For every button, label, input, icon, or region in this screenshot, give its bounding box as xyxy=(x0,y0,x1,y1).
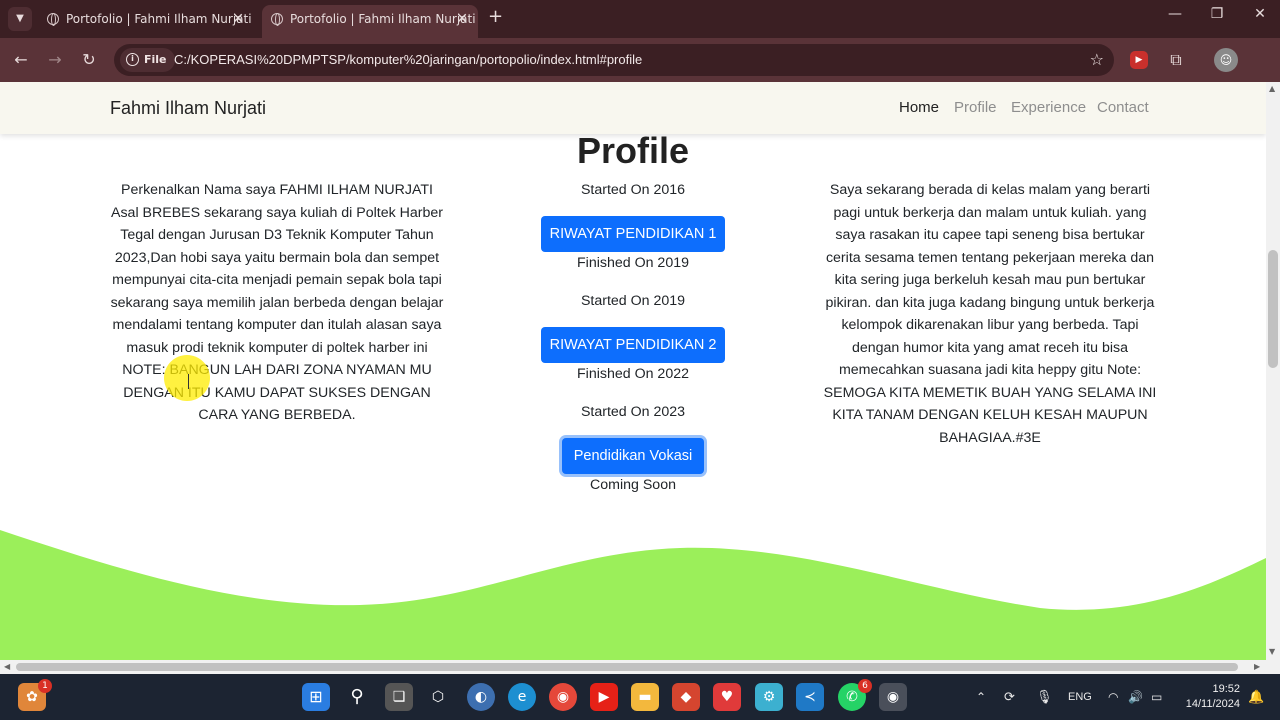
timeline-start-1: Started On 2016 xyxy=(580,182,686,198)
tray-chevron-up-icon[interactable]: ⌃ xyxy=(976,674,986,720)
mouse-highlight xyxy=(164,355,210,401)
back-arrow-icon[interactable]: ← xyxy=(9,48,33,72)
tab-title: Portofolio | Fahmi Ilham Nurjati xyxy=(66,12,252,26)
section-title: Profile xyxy=(576,130,690,171)
vertical-scrollbar[interactable]: ▲ ▼ xyxy=(1266,82,1280,660)
timeline-end-2: Finished On 2022 xyxy=(577,366,689,382)
close-tab-icon[interactable]: ✕ xyxy=(456,5,468,33)
windows-taskbar: ✿ 1 ⊞ ⚲ ❏ ⬡ ◐ e ◉ ▶ ▬ ◆ ♥ ⚙ ≺ ✆ 6 ◉ ⌃ ⟳ 🎙 … xyxy=(0,674,1280,720)
battery-icon[interactable]: ▭ xyxy=(1151,674,1162,720)
forward-arrow-icon[interactable]: → xyxy=(43,48,67,72)
timeline-end-1: Finished On 2019 xyxy=(577,255,689,271)
task-view-icon[interactable]: ❏ xyxy=(385,683,413,711)
profile-avatar-icon[interactable]: ☺ xyxy=(1214,48,1238,72)
scroll-left-icon[interactable]: ◀ xyxy=(4,662,10,671)
bookmark-star-icon[interactable]: ☆ xyxy=(1090,44,1104,76)
text-cursor-icon xyxy=(188,374,189,389)
nav-profile[interactable]: Profile xyxy=(954,82,997,134)
search-icon[interactable]: ⚲ xyxy=(343,683,371,711)
scrollbar-thumb[interactable] xyxy=(1268,250,1278,368)
pendidikan-vokasi-button[interactable]: Pendidikan Vokasi xyxy=(562,438,704,474)
app-red-icon[interactable]: ◆ xyxy=(672,683,700,711)
minimize-icon[interactable]: — xyxy=(1160,6,1190,22)
app-circle-icon[interactable]: ◐ xyxy=(467,683,495,711)
address-bar[interactable]: i File C:/KOPERASI%20DPMPTSP/komputer%20… xyxy=(114,44,1114,76)
notification-badge: 6 xyxy=(858,679,872,693)
scroll-down-icon[interactable]: ▼ xyxy=(1269,647,1275,656)
horizontal-scrollbar[interactable]: ◀ ▶ xyxy=(0,660,1280,674)
scrollbar-thumb[interactable] xyxy=(16,663,1238,671)
system-clock[interactable]: 19:52 14/11/2024 xyxy=(1186,682,1240,712)
extension-red-icon[interactable]: ▶ xyxy=(1130,51,1148,69)
youtube-icon[interactable]: ▶ xyxy=(590,683,618,711)
file-explorer-icon[interactable]: ▬ xyxy=(631,683,659,711)
browser-tab-2-active[interactable]: Portofolio | Fahmi Ilham Nurjati ✕ xyxy=(262,5,478,38)
clock-date: 14/11/2024 xyxy=(1185,698,1240,710)
microphone-icon[interactable]: 🎙 xyxy=(1036,674,1053,720)
timeline-start-3: Started On 2023 xyxy=(580,404,686,420)
nav-contact[interactable]: Contact xyxy=(1097,82,1149,134)
tab-title: Portofolio | Fahmi Ilham Nurjati xyxy=(290,12,476,26)
riwayat-pendidikan-1-button[interactable]: RIWAYAT PENDIDIKAN 1 xyxy=(541,216,725,252)
language-indicator[interactable]: ENG xyxy=(1068,674,1092,720)
whatsapp-icon[interactable]: ✆ 6 xyxy=(838,679,872,711)
site-info-chip[interactable]: i File xyxy=(120,48,175,72)
globe-icon xyxy=(271,13,283,26)
green-wave-decoration xyxy=(0,530,1266,660)
close-tab-icon[interactable]: ✕ xyxy=(232,5,244,33)
scroll-right-icon[interactable]: ▶ xyxy=(1254,662,1260,671)
profile-intro-text: Perkenalkan Nama saya FAHMI ILHAM NURJAT… xyxy=(110,182,444,423)
close-window-icon[interactable]: ✕ xyxy=(1245,6,1275,22)
notification-bell-icon[interactable]: 🔔 xyxy=(1248,674,1264,720)
restore-window-icon[interactable]: ❐ xyxy=(1202,6,1232,22)
site-navbar: Fahmi Ilham Nurjati Home Profile Experie… xyxy=(0,82,1266,134)
box-app-icon[interactable]: ⬡ xyxy=(424,683,452,711)
browser-toolbar: ← → ↻ i File C:/KOPERASI%20DPMPTSP/kompu… xyxy=(0,38,1280,82)
clock-time: 19:52 xyxy=(1212,683,1240,695)
sync-icon[interactable]: ⟳ xyxy=(1004,674,1015,720)
new-tab-plus-icon[interactable]: + xyxy=(488,6,503,27)
tab-search-chevron-icon[interactable]: ▼ xyxy=(8,7,32,31)
info-icon: i xyxy=(126,53,139,66)
page-viewport: Fahmi Ilham Nurjati Home Profile Experie… xyxy=(0,82,1266,660)
wifi-icon[interactable]: ◠ xyxy=(1108,674,1118,720)
reload-icon[interactable]: ↻ xyxy=(77,48,101,72)
profile-class-text: Saya sekarang berada di kelas malam yang… xyxy=(823,182,1157,446)
widget-icon[interactable]: ✿ 1 xyxy=(18,679,52,711)
nav-experience[interactable]: Experience xyxy=(1011,82,1086,134)
network-tool-icon[interactable]: ⚙ xyxy=(755,683,783,711)
scroll-up-icon[interactable]: ▲ xyxy=(1269,84,1275,93)
volume-icon[interactable]: 🔊 xyxy=(1128,674,1143,720)
riwayat-pendidikan-2-button[interactable]: RIWAYAT PENDIDIKAN 2 xyxy=(541,327,725,363)
chrome-active-icon[interactable]: ◉ xyxy=(879,683,907,711)
timeline-end-3: Coming Soon xyxy=(590,477,676,493)
notification-badge: 1 xyxy=(38,679,52,693)
browser-tab-1[interactable]: Portofolio | Fahmi Ilham Nurjati ✕ xyxy=(38,5,254,38)
globe-icon xyxy=(47,13,59,26)
nav-home[interactable]: Home xyxy=(899,82,939,134)
vscode-icon[interactable]: ≺ xyxy=(796,683,824,711)
edge-browser-icon[interactable]: e xyxy=(508,683,536,711)
extensions-puzzle-icon[interactable]: ⧉ xyxy=(1164,48,1188,72)
heart-app-icon[interactable]: ♥ xyxy=(713,683,741,711)
url-text[interactable]: C:/KOPERASI%20DPMPTSP/komputer%20jaringa… xyxy=(174,44,642,76)
chrome-icon[interactable]: ◉ xyxy=(549,683,577,711)
site-brand[interactable]: Fahmi Ilham Nurjati xyxy=(110,82,266,134)
timeline-start-2: Started On 2019 xyxy=(580,293,686,309)
browser-tab-bar: ▼ Portofolio | Fahmi Ilham Nurjati ✕ Por… xyxy=(0,0,1280,38)
start-windows-icon[interactable]: ⊞ xyxy=(302,683,330,711)
